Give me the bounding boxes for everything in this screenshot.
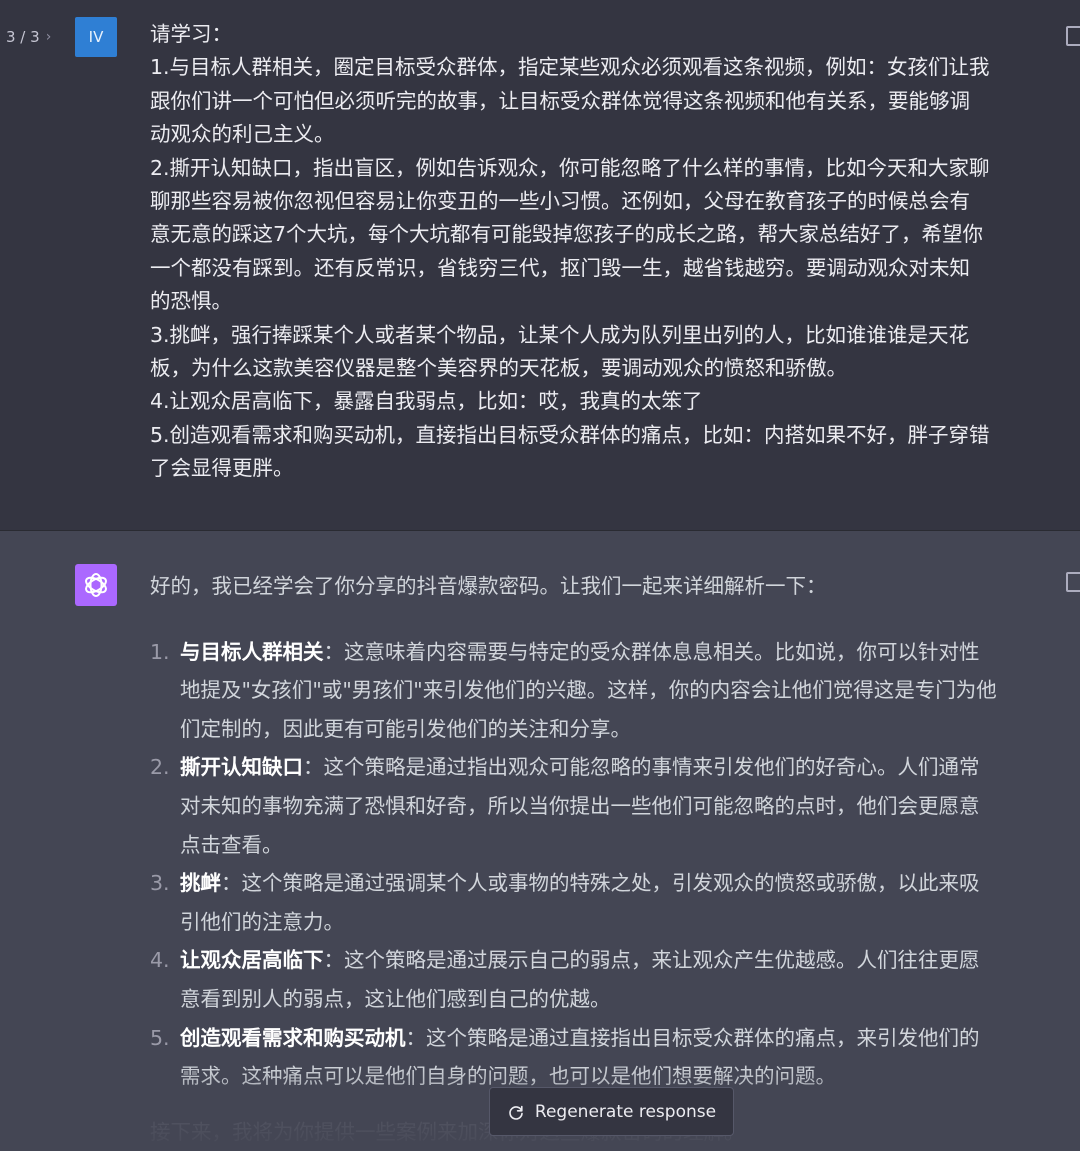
list-item-description: ：这意味着内容需要与特定的受众群体息息相关。比如说，你可以针对性 [323,639,980,664]
list-item-continuation: 们定制的，因此更有可能引发他们的关注和分享。 [180,716,631,741]
list-item-first-line: 创造观看需求和购买动机：这个策略是通过直接指出目标受众群体的痛点，来引发他们的 [180,1019,1060,1058]
list-item-description: ：这个策略是通过直接指出目标受众群体的痛点，来引发他们的 [405,1025,980,1050]
regenerate-response-button[interactable]: Regenerate response [489,1087,734,1136]
list-item-continuation: 对未知的事物充满了恐惧和好奇，所以当你提出一些他们可能忽略的点时，他们会更愿意 [180,793,980,818]
prompt-line: 的恐惧。 [150,289,232,314]
response-list: 1. 与目标人群相关：这意味着内容需要与特定的受众群体息息相关。比如说，你可以针对… [150,633,1060,1096]
user-message: 3 / 3 › IV 请学习： 1.与目标人群相关，圈定目标受众群体，指定某些观众… [0,0,1080,531]
list-number: 1. [150,639,170,664]
prompt-line: 一个都没有踩到。还有反常识，省钱穷三代，抠门毁一生，越省钱越穷。要调动观众对未知 [150,255,970,280]
refresh-icon [509,1105,523,1120]
assistant-message: 好的，我已经学会了你分享的抖音爆款密码。让我们一起来详细解析一下： 1. 与目标人… [0,531,1080,1144]
prompt-line: 5.创造观看需求和购买动机，直接指出目标受众群体的痛点，比如：内搭如果不好，胖子… [150,422,990,447]
list-item: 4. 让观众居高临下：这个策略是通过展示自己的弱点，来让观众产生优越感。人们往往更… [150,941,1060,1018]
user-prompt-text: 请学习： 1.与目标人群相关，圈定目标受众群体，指定某些观众必须观看这条视频，例如… [150,18,1060,486]
list-item: 3. 挑衅：这个策略是通过强调某个人或事物的特殊之处，引发观众的愤怒或骄傲，以此来… [150,864,1060,941]
list-item-continuation: 引他们的注意力。 [180,909,344,934]
list-item: 2. 撕开认知缺口：这个策略是通过指出观众可能忽略的事情来引发他们的好奇心。人们通… [150,748,1060,864]
list-item-description: ：这个策略是通过展示自己的弱点，来让观众产生优越感。人们往往更愿 [323,948,980,973]
list-item-term: 撕开认知缺口 [180,755,303,780]
prompt-line: 意无意的踩这7个大坑，每个大坑都有可能毁掉您孩子的成长之路，帮大家总结好了，希望… [150,222,984,247]
list-item-first-line: 撕开认知缺口：这个策略是通过指出观众可能忽略的事情来引发他们的好奇心。人们通常 [180,748,1060,787]
response-pager: 3 / 3 › [6,28,51,46]
openai-logo-icon [75,564,117,606]
prompt-line: 板，为什么这款美容仪器是整个美容界的天花板，要调动观众的愤怒和骄傲。 [150,356,847,381]
list-item-description: ：这个策略是通过强调某个人或事物的特殊之处，引发观众的愤怒或骄傲，以此来吸 [221,871,980,896]
prompt-line: 4.让观众居高临下，暴露自我弱点，比如：哎，我真的太笨了 [150,389,703,414]
list-number: 4. [150,948,170,973]
copy-icon[interactable] [1066,572,1080,592]
openai-knot-icon [85,573,107,597]
list-item-continuation: 地提及"女孩们"或"男孩们"来引发他们的兴趣。这样，你的内容会让他们觉得这是专门… [180,678,997,703]
regenerate-label: Regenerate response [534,1101,717,1122]
assistant-response-text: 好的，我已经学会了你分享的抖音爆款密码。让我们一起来详细解析一下： 1. 与目标人… [150,567,1060,1151]
list-item-continuation: 意看到别人的弱点，这让他们感到自己的优越。 [180,986,611,1011]
list-number: 3. [150,871,170,896]
prompt-line: 1.与目标人群相关，圈定目标受众群体，指定某些观众必须观看这条视频，例如：女孩们… [150,55,990,80]
prompt-line: 跟你们讲一个可怕但必须听完的故事，让目标受众群体觉得这条视频和他有关系，要能够调 [150,88,970,113]
pager-label: 3 / 3 [6,28,40,46]
prompt-line: 2.撕开认知缺口，指出盲区，例如告诉观众，你可能忽略了什么样的事情，比如今天和大… [150,155,990,180]
pager-next-icon[interactable]: › [46,29,52,45]
list-item: 1. 与目标人群相关：这意味着内容需要与特定的受众群体息息相关。比如说，你可以针对… [150,633,1060,749]
list-item-description: ：这个策略是通过指出观众可能忽略的事情来引发他们的好奇心。人们通常 [303,755,980,780]
prompt-line: 聊那些容易被你忽视但容易让你变丑的一些小习惯。还例如，父母在教育孩子的时候总会有 [150,189,970,214]
response-intro: 好的，我已经学会了你分享的抖音爆款密码。让我们一起来详细解析一下： [150,574,827,598]
list-item-first-line: 与目标人群相关：这意味着内容需要与特定的受众群体息息相关。比如说，你可以针对性 [180,633,1060,672]
list-item-first-line: 挑衅：这个策略是通过强调某个人或事物的特殊之处，引发观众的愤怒或骄傲，以此来吸 [180,864,1060,903]
list-item: 5. 创造观看需求和购买动机：这个策略是通过直接指出目标受众群体的痛点，来引发他们… [150,1019,1060,1096]
prompt-line: 动观众的利己主义。 [150,122,335,147]
edit-icon[interactable] [1066,26,1080,46]
list-number: 5. [150,1025,170,1050]
list-item-first-line: 让观众居高临下：这个策略是通过展示自己的弱点，来让观众产生优越感。人们往往更愿 [180,941,1060,980]
list-item-term: 创造观看需求和购买动机 [180,1025,406,1050]
user-avatar: IV [75,17,117,57]
list-item-term: 让观众居高临下 [180,948,324,973]
list-item-continuation: 点击查看。 [180,832,283,857]
list-number: 2. [150,755,170,780]
prompt-line: 请学习： [150,22,232,46]
prompt-line: 3.挑衅，强行捧踩某个人或者某个物品，让某个人成为队列里出列的人，比如谁谁谁是天… [150,322,970,347]
list-item-term: 与目标人群相关 [180,639,324,664]
prompt-line: 了会显得更胖。 [150,456,294,481]
list-item-term: 挑衅 [180,871,221,896]
